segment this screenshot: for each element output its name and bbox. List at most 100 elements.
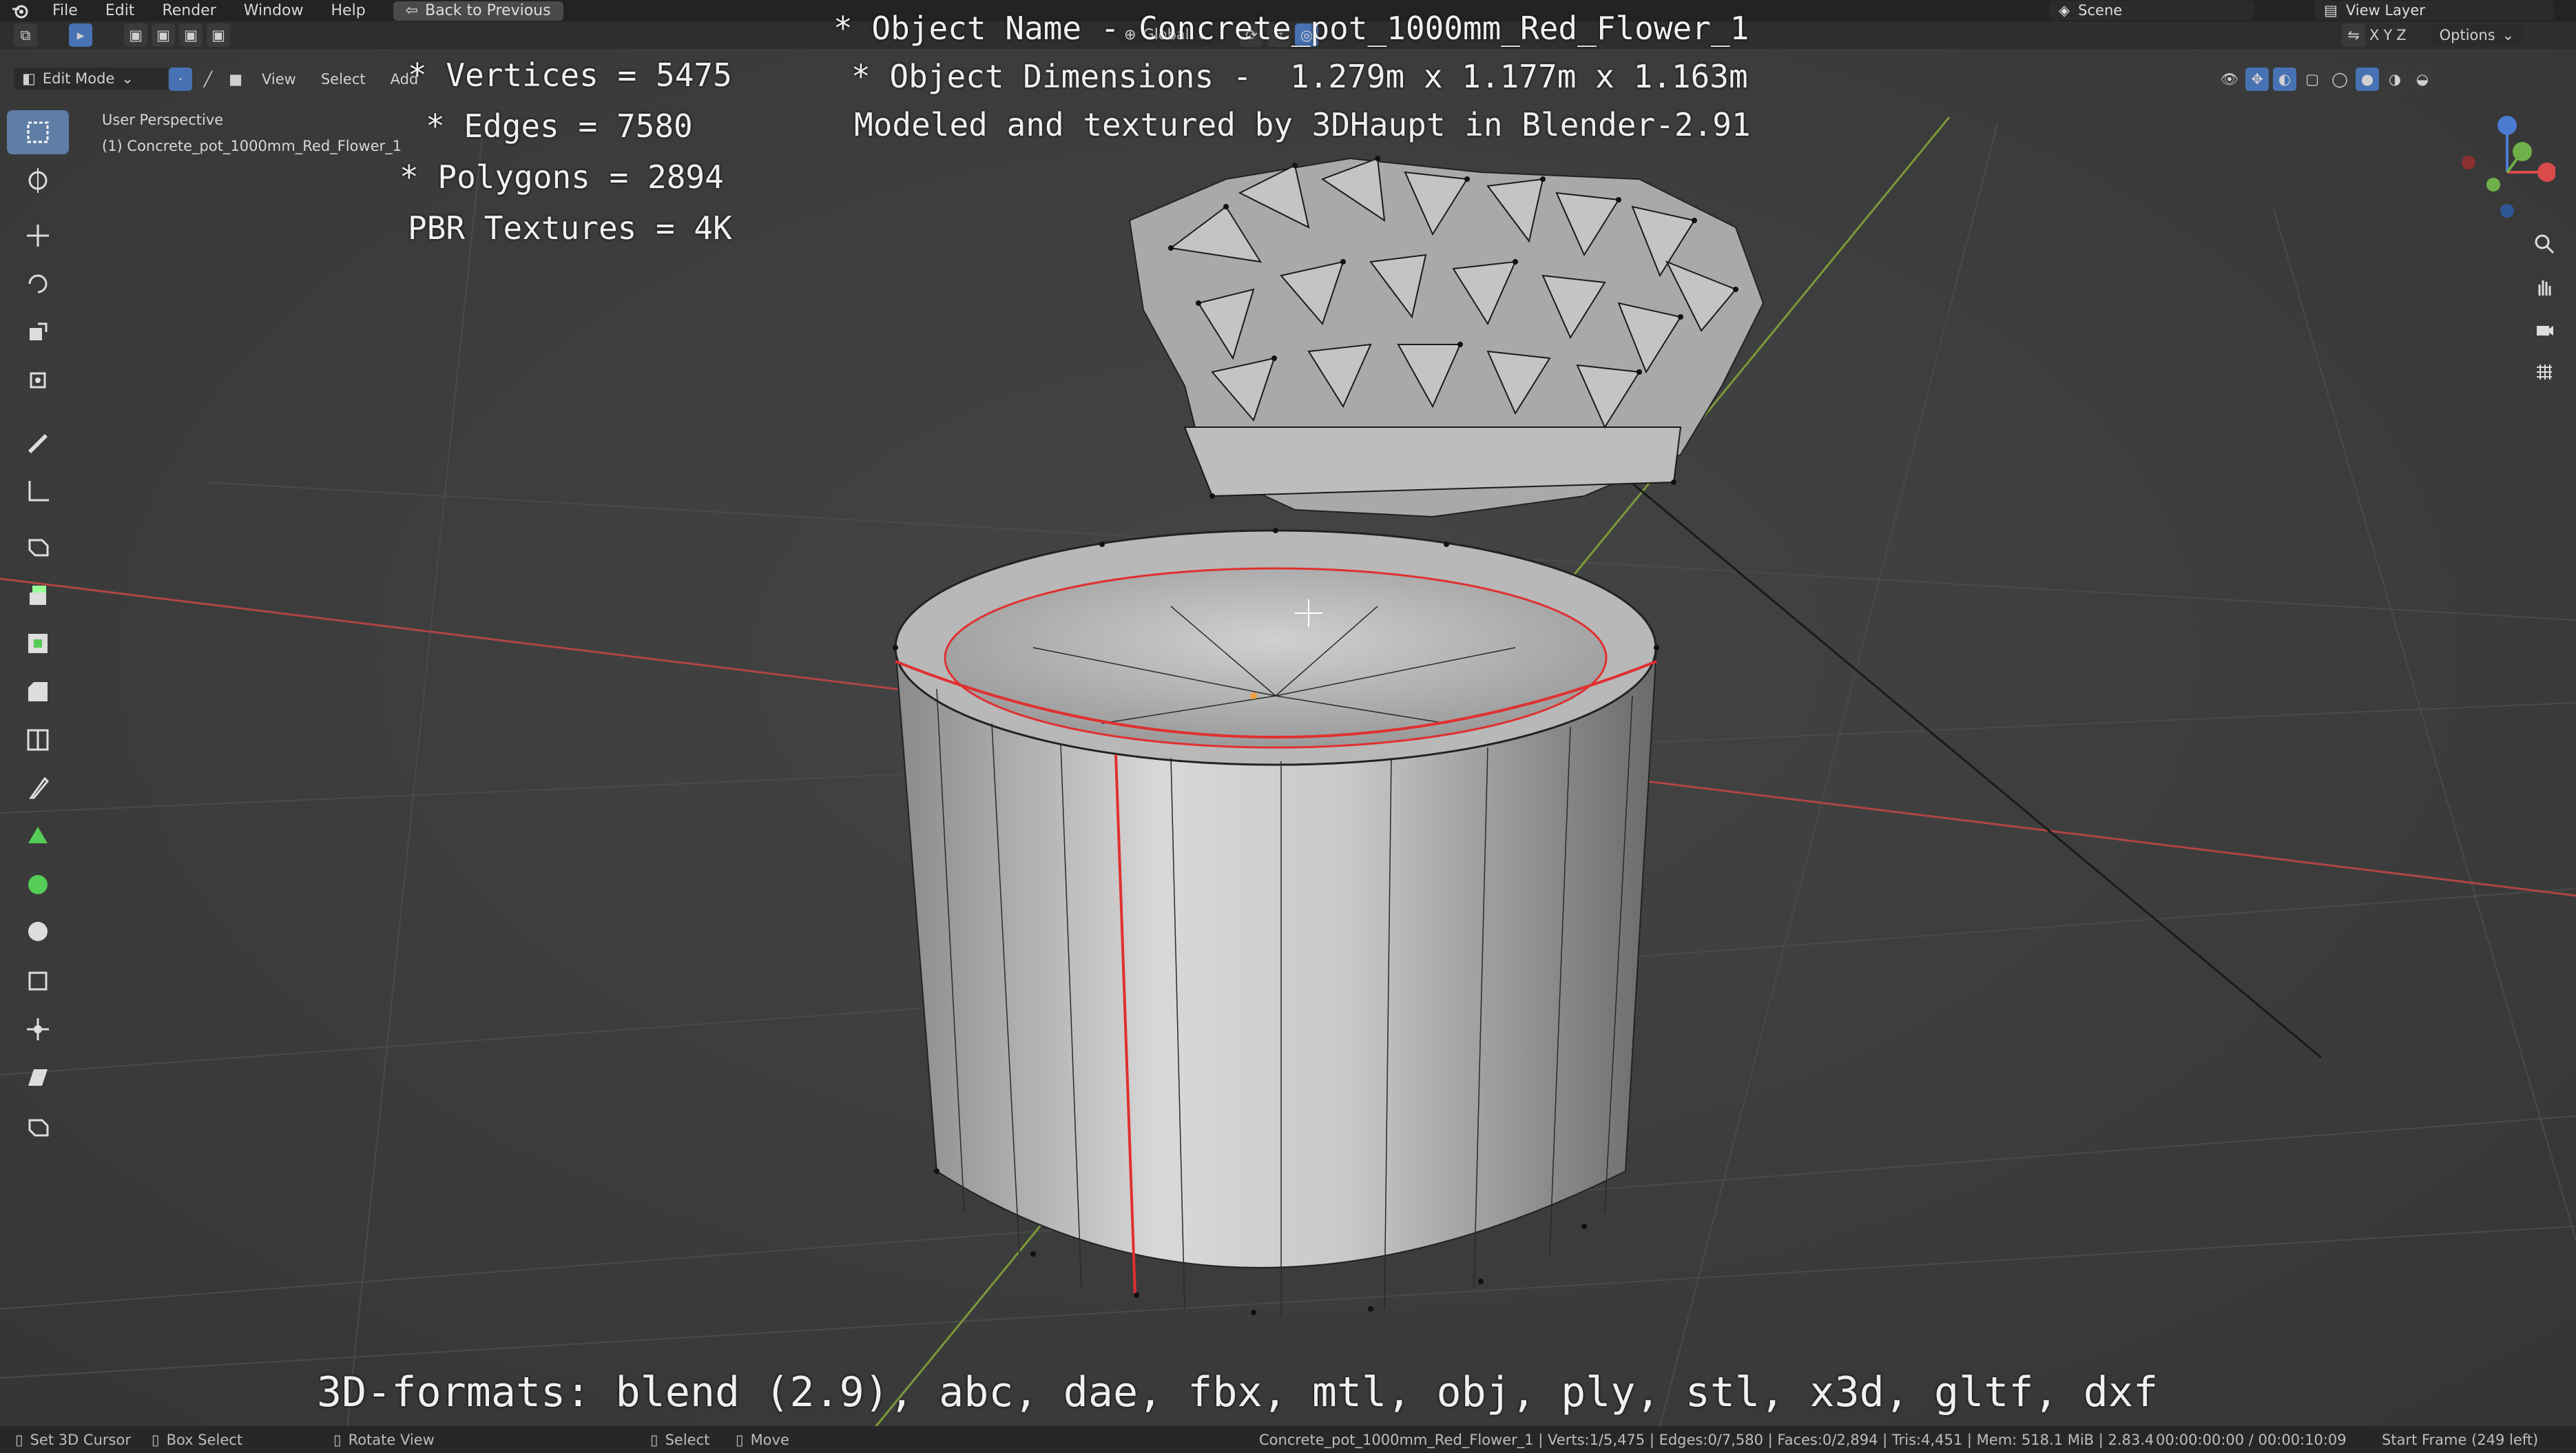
overlay-textures: PBR Textures = 4K [408,209,732,247]
face-select-icon[interactable]: ■ [224,68,247,91]
pot-mesh[interactable] [893,528,1659,1316]
mirror-x[interactable]: X [2369,27,2379,43]
rip-tool-icon[interactable] [7,1104,69,1148]
chevron-down-icon: ⌄ [2502,27,2515,43]
status-hint-rotate: ▯ Rotate View [333,1431,435,1448]
scene-selector[interactable]: ◈ Scene [2049,1,2254,20]
measure-tool-icon[interactable] [7,468,69,513]
editor-type-button[interactable]: ⧉ [14,23,37,47]
perspective-label: User Perspective [102,112,224,128]
move-tool-icon[interactable] [7,214,69,258]
overlay-edges: * Edges = 7580 [426,107,693,145]
mirror-icon[interactable]: ⇋ [2342,23,2365,47]
edit-mode-icon: ◧ [22,70,36,87]
mouse-drag-icon: ▯ [152,1431,160,1448]
view-layer-selector[interactable]: ▤ View Layer [2314,1,2554,20]
status-frame: Start Frame (249 left) [2382,1431,2539,1448]
shrink-fatten-tool-icon[interactable] [7,1007,69,1051]
shear-tool-icon[interactable] [7,1055,69,1100]
editor-type-icon: ⧉ [14,23,37,47]
status-hint-move: ▯ Move [736,1431,789,1448]
material-shading-icon[interactable]: ◑ [2383,68,2407,91]
chevron-down-icon: ⌄ [121,70,134,87]
overlay-formats: 3D-formats: blend (2.9), abc, dae, fbx, … [317,1368,2159,1416]
visibility-icon[interactable]: 👁 [2218,68,2241,91]
status-hint-cursor: ▯ Set 3D Cursor [15,1431,131,1448]
select-extend-icon[interactable]: ▣ [152,23,175,47]
status-stats: Concrete_pot_1000mm_Red_Flower_1 | Verts… [1259,1431,2154,1448]
wireframe-shading-icon[interactable]: ◯ [2328,68,2351,91]
select-mode-buttons: · ╱ ■ [169,68,247,91]
mouse-middle-icon: ▯ [333,1431,342,1448]
mouse-drag-icon: ▯ [736,1431,744,1448]
scale-tool-icon[interactable] [7,310,69,354]
blender-window: File Edit Render Window Help ⇦ Back to P… [0,0,2576,1453]
rotate-tool-icon[interactable] [7,262,69,306]
menu-render[interactable]: Render [148,2,229,19]
mirror-z[interactable]: Z [2396,27,2406,43]
zoom-icon[interactable] [2525,225,2564,263]
rendered-shading-icon[interactable]: ◒ [2411,68,2434,91]
active-object-label: (1) Concrete_pot_1000mm_Red_Flower_1 [102,138,402,154]
overlay-object-dimensions: * Object Dimensions - 1.279m x 1.177m x … [851,58,1748,95]
viewport-canvas[interactable] [0,0,2576,1453]
select-box-tool-icon[interactable] [7,110,69,154]
solid-shading-icon[interactable]: ● [2356,68,2379,91]
vertex-select-icon[interactable]: · [169,68,192,91]
gizmo-toggle-icon[interactable]: ✥ [2245,68,2269,91]
menu-help[interactable]: Help [318,2,380,19]
overlay-object-name: * Object Name - Concrete_pot_1000mm_Red_… [833,10,1749,47]
loop-cut-tool-icon[interactable] [7,718,69,762]
mouse-left-icon: ▯ [15,1431,23,1448]
back-to-previous-button[interactable]: ⇦ Back to Previous [393,1,563,21]
ortho-grid-icon[interactable] [2525,353,2564,391]
select-subtract-icon[interactable]: ▣ [179,23,202,47]
viewport-shading-controls: 👁 ✥ ◐ ▢ ◯ ● ◑ ◒ [2218,68,2434,91]
menu-edit[interactable]: Edit [92,2,149,19]
status-bar: ▯ Set 3D Cursor ▯ Box Select ▯ Rotate View … [0,1426,2576,1453]
mirror-y[interactable]: Y [2383,27,2392,43]
bevel-tool-icon[interactable] [7,670,69,714]
knife-tool-icon[interactable] [7,766,69,810]
mouse-right-icon: ▯ [650,1431,658,1448]
menu-file[interactable]: File [39,2,92,19]
spin-tool-icon[interactable] [7,863,69,907]
menu-view[interactable]: View [262,71,296,87]
overlay-vertices: * Vertices = 5475 [408,56,732,94]
blender-logo-icon[interactable] [10,1,30,21]
add-cube-tool-icon[interactable] [7,524,69,568]
edge-select-icon[interactable]: ╱ [196,68,220,91]
status-hint-box-select: ▯ Box Select [152,1431,243,1448]
overlay-credit: Modeled and textured by 3DHaupt in Blend… [854,106,1751,143]
menu-select[interactable]: Select [321,71,366,87]
back-icon: ⇦ [405,2,419,19]
overlay-toggle-icon[interactable]: ◐ [2273,68,2296,91]
select-new-icon[interactable]: ▣ [124,23,147,47]
status-time: 00:00:00:00 / 00:00:10:09 [2156,1431,2347,1448]
flower-mesh[interactable] [1128,156,1765,518]
xray-icon[interactable]: ▢ [2300,68,2324,91]
camera-view-icon[interactable] [2525,310,2564,349]
edge-slide-tool-icon[interactable] [7,959,69,1003]
status-hint-select: ▯ Select [650,1431,710,1448]
inset-tool-icon[interactable] [7,621,69,666]
pan-hand-icon[interactable] [2525,267,2564,306]
cursor-tool-icon[interactable] [7,158,69,203]
extrude-tool-icon[interactable] [7,573,69,617]
view-layer-icon: ▤ [2324,2,2338,19]
transform-tool-icon[interactable] [7,358,69,402]
select-tool-icon[interactable]: ▸ [69,23,92,47]
mirror-axes: ⇋ X Y Z Options ⌄ [2342,23,2523,47]
menu-window[interactable]: Window [230,2,318,19]
scene-icon: ◈ [2059,2,2070,19]
mode-dropdown[interactable]: ◧ Edit Mode ⌄ [14,68,168,90]
tool-settings: ▸ ▣ ▣ ▣ ▣ [69,23,230,47]
options-dropdown[interactable]: Options ⌄ [2431,24,2523,46]
navigation-gizmo[interactable] [2459,110,2555,220]
select-intersect-icon[interactable]: ▣ [207,23,230,47]
poly-build-tool-icon[interactable] [7,814,69,858]
smooth-tool-icon[interactable] [7,909,69,954]
header-menus: View Select Add [262,71,418,87]
overlay-polygons: * Polygons = 2894 [399,158,724,196]
annotate-tool-icon[interactable] [7,420,69,464]
